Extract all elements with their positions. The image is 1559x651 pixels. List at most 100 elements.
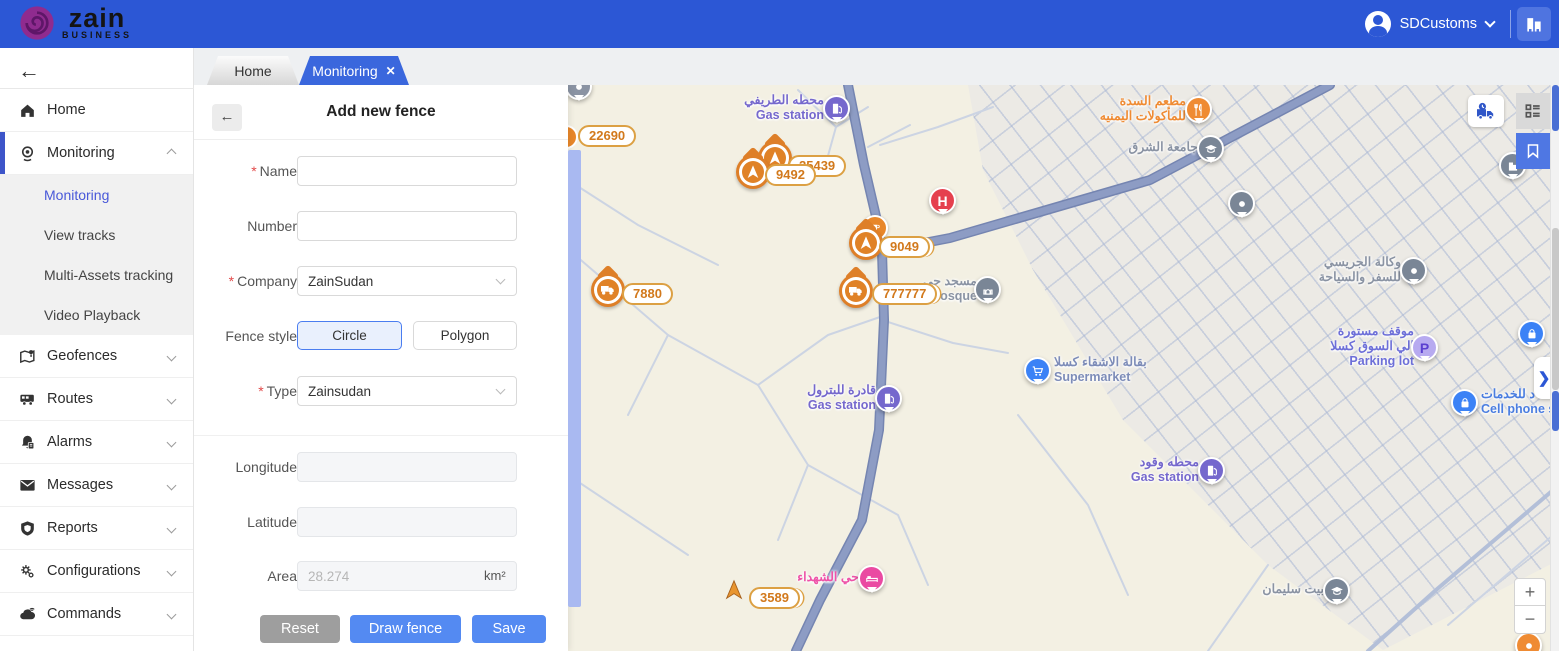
sidebar-item-label: Messages (47, 477, 113, 493)
sidebar-subitem-video-playback[interactable]: Video Playback (0, 295, 193, 335)
letter-glyph: H (937, 193, 947, 209)
truck-vehicle-marker[interactable] (591, 273, 625, 307)
add-fence-panel: ← Add new fence *Name Number *Company Za… (194, 85, 568, 651)
tab-monitoring[interactable]: Monitoring✕ (299, 56, 409, 85)
university-sharq-label: جامعة الشرق (1129, 140, 1198, 155)
vehicle-plate-label[interactable]: 777777 (872, 283, 937, 305)
university-sharq-marker[interactable] (1197, 135, 1224, 162)
gray-dot-marker[interactable] (1228, 190, 1255, 217)
zoom-in-button[interactable]: + (1514, 578, 1546, 606)
close-tab-icon[interactable]: ✕ (386, 64, 396, 78)
sidebar-item-home[interactable]: Home (0, 89, 193, 132)
sidebar-item-label: Commands (47, 606, 121, 622)
layers-list-button[interactable] (1516, 93, 1550, 129)
panel-scrollbar[interactable] (568, 150, 581, 607)
sidebar-item-messages[interactable]: Messages (0, 464, 193, 507)
zain-business-logo: zain BUSINESS (18, 4, 132, 42)
hotel-shuhada-marker[interactable] (858, 565, 885, 592)
vehicle-plate-label[interactable]: 3589 (749, 587, 800, 609)
fleet-history-button[interactable] (1468, 95, 1504, 127)
sidebar-item-configurations[interactable]: Configurations (0, 550, 193, 593)
geofences-icon (18, 347, 37, 366)
bookmark-button[interactable] (1516, 133, 1550, 169)
sidebar-item-routes[interactable]: Routes (0, 378, 193, 421)
supermarket-marker[interactable] (1024, 357, 1051, 384)
hospital-marker[interactable]: H (929, 187, 956, 214)
chevron-down-icon (496, 275, 506, 285)
fence-style-polygon-button[interactable]: Polygon (413, 321, 517, 350)
arrow-vehicle-marker[interactable] (723, 579, 745, 606)
sidebar-item-commands[interactable]: Commands (0, 593, 193, 636)
company-label: *Company (202, 273, 297, 289)
tab-label: Home (234, 63, 271, 79)
sidebar-item-label: Geofences (47, 348, 117, 364)
cell-phone-store-marker[interactable] (1451, 389, 1478, 416)
company-select[interactable]: ZainSudan (297, 266, 517, 296)
latitude-label: Latitude (202, 514, 297, 530)
sidebar-subitem-view-tracks[interactable]: View tracks (0, 215, 193, 255)
vehicle-plate-label[interactable]: 7880 (622, 283, 673, 305)
bookmark-icon (1524, 142, 1542, 160)
panel-header: ← Add new fence (194, 85, 568, 140)
area-unit: km² (484, 568, 506, 583)
sidebar-item-reports[interactable]: Reports (0, 507, 193, 550)
parking-lot-label: موقف مستورةالي السوق كسلاParking lot (1330, 324, 1414, 369)
alarms-icon (18, 433, 37, 452)
name-input[interactable] (297, 156, 517, 186)
organization-button[interactable] (1517, 7, 1551, 41)
arrow-vehicle-marker[interactable] (849, 226, 883, 260)
sidebar-subitem-multi-assets-tracking[interactable]: Multi-Assets tracking (0, 255, 193, 295)
gas-station-qadira-label: قادرة للبترولGas station (807, 383, 876, 413)
list-icon (1523, 101, 1543, 121)
sidebar-item-alarms[interactable]: Alarms (0, 421, 193, 464)
map-canvas[interactable]: محطه الطريفيGas stationHمطعم السدةللمأكو… (568, 85, 1559, 651)
type-label: *Type (202, 383, 297, 399)
longitude-input[interactable] (297, 452, 517, 482)
reports-icon (18, 519, 37, 538)
routes-icon (18, 390, 37, 409)
vehicle-plate-label[interactable]: 9492 (765, 164, 816, 186)
chevron-down-icon (167, 480, 177, 490)
sidebar-item-label: Home (47, 102, 86, 118)
chevron-down-icon (167, 523, 177, 533)
vehicle-plate-label[interactable]: 9049 (879, 236, 930, 258)
restaurant-sada-marker[interactable] (1185, 96, 1212, 123)
vehicle-plate-label[interactable]: 22690 (578, 125, 636, 147)
brand-subtitle: BUSINESS (62, 30, 132, 40)
store-partial-right-marker[interactable] (1518, 320, 1545, 347)
configurations-icon (18, 562, 37, 581)
sidebar-subitem-monitoring[interactable]: Monitoring (0, 175, 193, 215)
supermarket-label: بقالة الاشقاء كسلاSupermarket (1054, 355, 1147, 385)
sidebar-item-label: Alarms (47, 434, 92, 450)
save-button[interactable]: Save (472, 615, 546, 643)
truck-clock-icon (1475, 102, 1497, 120)
truck-vehicle-marker[interactable] (839, 274, 873, 308)
fence-style-label: Fence style (202, 328, 297, 344)
gas-station-qadira-marker[interactable] (875, 385, 902, 412)
sidebar-item-monitoring[interactable]: Monitoring (0, 132, 193, 175)
zoom-out-button[interactable]: − (1514, 606, 1546, 634)
mosque-marker[interactable] (974, 276, 1001, 303)
map-scrollbar[interactable] (1550, 85, 1559, 651)
type-select[interactable]: Zainsudan (297, 376, 517, 406)
name-label: *Name (202, 163, 297, 179)
fence-style-circle-button[interactable]: Circle (297, 321, 402, 350)
reset-button[interactable]: Reset (260, 615, 340, 643)
tab-home[interactable]: Home (207, 56, 299, 85)
latitude-input[interactable] (297, 507, 517, 537)
messages-icon (18, 476, 37, 495)
number-input[interactable] (297, 211, 517, 241)
user-name: SDCustoms (1400, 16, 1477, 32)
beit-suleiman-marker[interactable] (1323, 577, 1350, 604)
user-menu[interactable]: SDCustoms (1365, 0, 1494, 48)
sidebar-item-geofences[interactable]: Geofences (0, 335, 193, 378)
draw-fence-button[interactable]: Draw fence (350, 615, 461, 643)
parking-lot-marker[interactable]: P (1411, 334, 1438, 361)
header-divider (1510, 10, 1511, 38)
gas-station-tarifi-marker[interactable] (823, 95, 850, 122)
chevron-down-icon (167, 351, 177, 361)
sidebar-item-label: Configurations (47, 563, 141, 579)
gas-station-wuqud-marker[interactable] (1198, 457, 1225, 484)
sidebar-collapse-button[interactable]: ← (18, 58, 40, 84)
travel-agency-marker[interactable] (1400, 257, 1427, 284)
